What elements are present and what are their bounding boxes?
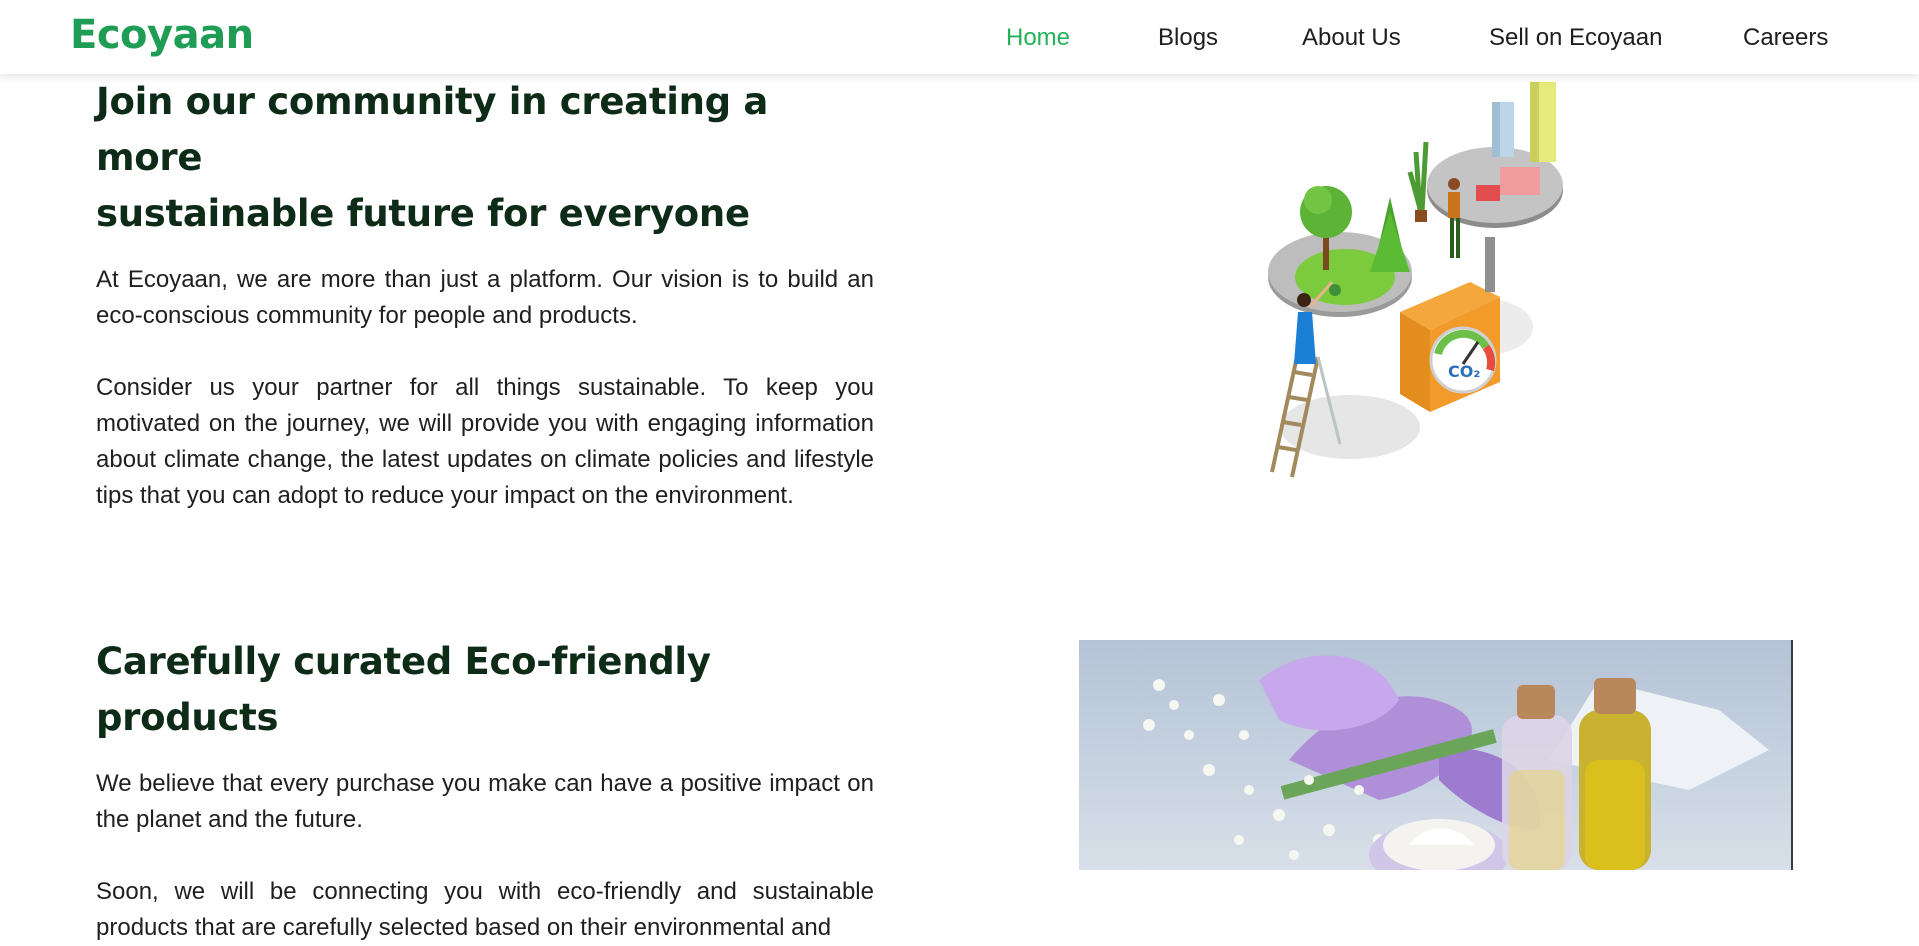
community-heading: Join our community in creating a more su… bbox=[96, 74, 874, 242]
top-navbar: Ecoyaan Home Blogs About Us Sell on Ecoy… bbox=[0, 0, 1919, 74]
products-paragraph-1: We believe that every purchase you make … bbox=[96, 770, 874, 833]
products-heading: Carefully curated Eco-friendly products bbox=[96, 640, 711, 739]
sustainability-illustration: CO₂ bbox=[1240, 72, 1620, 482]
community-paragraph-2: Consider us your partner for all things … bbox=[96, 374, 874, 509]
nav-link-about-us[interactable]: About Us bbox=[1302, 24, 1401, 52]
nav-link-sell-on-ecoyaan[interactable]: Sell on Ecoyaan bbox=[1489, 24, 1662, 52]
nav-link-careers[interactable]: Careers bbox=[1743, 24, 1828, 52]
community-section: Join our community in creating a more su… bbox=[96, 74, 874, 514]
brand-logo[interactable]: Ecoyaan bbox=[70, 12, 254, 58]
co2-label: CO₂ bbox=[1448, 362, 1480, 381]
community-heading-line1: Join our community in creating a more bbox=[96, 80, 769, 179]
products-section: Carefully curated Eco-friendly products … bbox=[96, 634, 874, 946]
nav-link-blogs[interactable]: Blogs bbox=[1158, 24, 1218, 52]
community-heading-line2: sustainable future for everyone bbox=[96, 192, 750, 235]
nav-link-home[interactable]: Home bbox=[1006, 24, 1070, 52]
community-paragraph-1: At Ecoyaan, we are more than just a plat… bbox=[96, 266, 874, 329]
products-paragraph-2: Soon, we will be connecting you with eco… bbox=[96, 878, 874, 941]
eco-products-photo bbox=[1079, 640, 1793, 870]
